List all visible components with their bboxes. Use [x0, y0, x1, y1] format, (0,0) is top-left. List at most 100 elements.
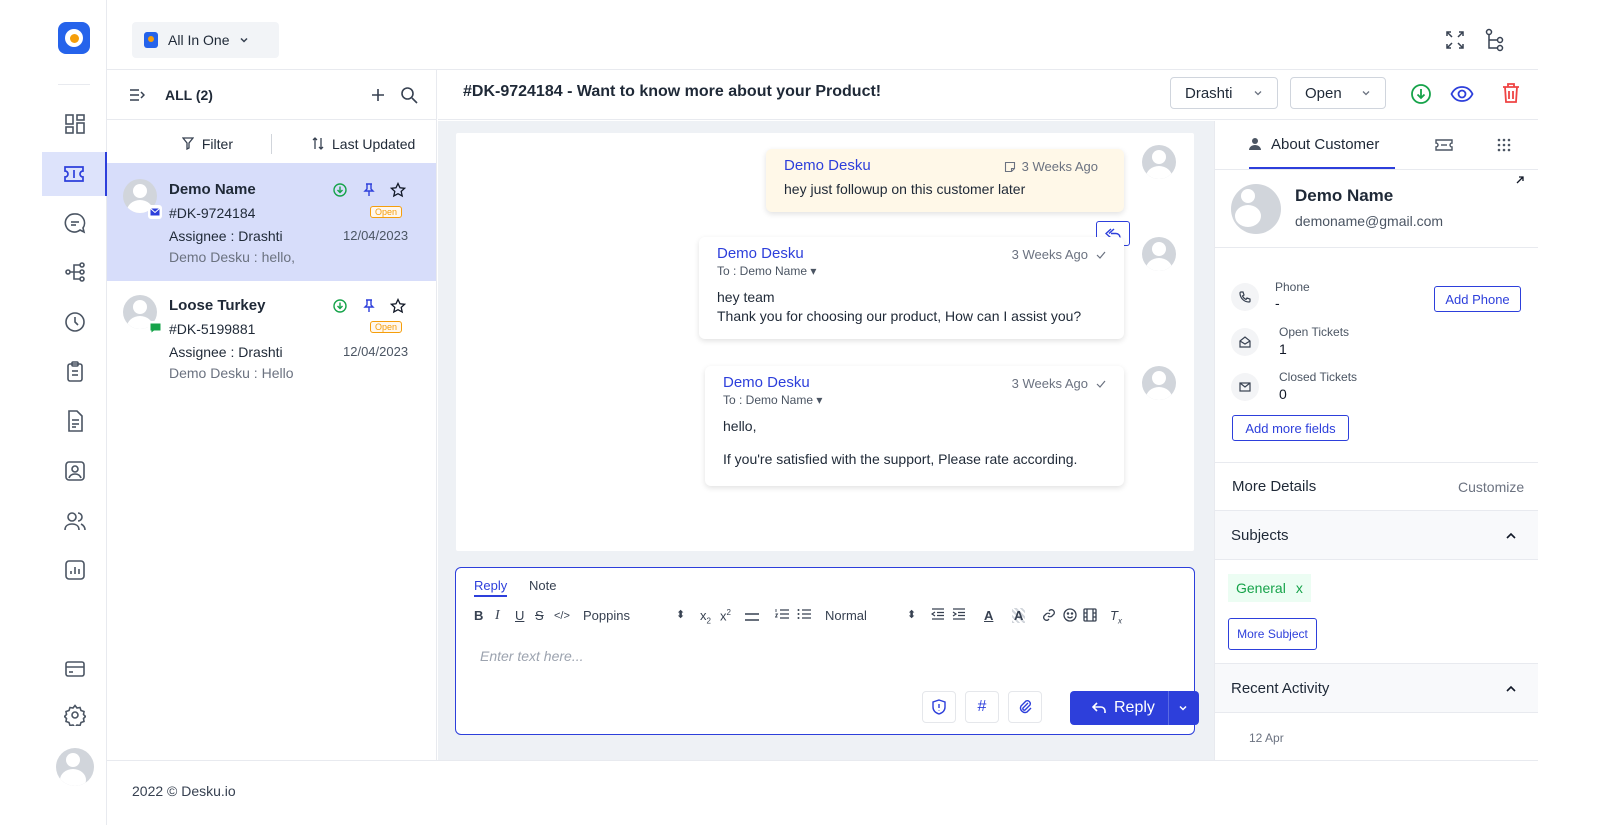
- user-avatar[interactable]: [56, 748, 94, 786]
- activity-date: 12 Apr: [1249, 731, 1284, 745]
- highlight-icon[interactable]: A: [1012, 608, 1026, 623]
- emoji-icon[interactable]: [1063, 608, 1077, 622]
- font-select-arrows-icon[interactable]: ⬍: [676, 608, 685, 621]
- pin-icon[interactable]: [363, 183, 375, 197]
- bold-icon[interactable]: B: [474, 608, 483, 623]
- phone-icon: [1231, 283, 1259, 311]
- billing-icon[interactable]: [42, 647, 107, 691]
- more-subject-button[interactable]: More Subject: [1228, 618, 1317, 650]
- subscript-icon[interactable]: x2: [700, 608, 711, 626]
- note-message: Demo Desku 3 Weeks Ago hey just followup…: [766, 149, 1124, 212]
- apps-grid-icon[interactable]: [1497, 121, 1511, 169]
- link-icon[interactable]: [1042, 608, 1056, 622]
- code-icon[interactable]: </>: [554, 610, 570, 622]
- star-icon[interactable]: [390, 298, 406, 314]
- chevron-down-icon[interactable]: [1178, 703, 1188, 713]
- size-select-value: Normal: [825, 608, 867, 623]
- eye-icon[interactable]: [1450, 84, 1474, 104]
- ticket-item[interactable]: Demo Name #DK-9724184 Assignee : Drashti…: [107, 163, 436, 281]
- pin-icon[interactable]: [363, 299, 375, 313]
- desku-logo[interactable]: [58, 22, 90, 54]
- tab-about-customer[interactable]: About Customer: [1249, 121, 1395, 169]
- add-ticket-icon[interactable]: [370, 87, 386, 103]
- workflow-icon[interactable]: [42, 250, 107, 294]
- size-select-arrows-icon[interactable]: ⬍: [907, 608, 916, 621]
- collapse-menu-icon[interactable]: [129, 88, 145, 102]
- tab-note[interactable]: Note: [529, 578, 556, 593]
- channel-selector[interactable]: All In One: [132, 22, 279, 58]
- align-icon[interactable]: [744, 608, 760, 622]
- delete-icon[interactable]: [1501, 82, 1521, 104]
- outdent-icon[interactable]: [931, 608, 945, 620]
- superscript-icon[interactable]: x2: [720, 608, 731, 623]
- chevron-up-icon[interactable]: [1505, 532, 1517, 540]
- message-body: hey just followup on this customer later: [784, 181, 1026, 197]
- customize-link[interactable]: Customize: [1458, 479, 1524, 495]
- contact-card-icon[interactable]: [42, 449, 107, 493]
- hierarchy-icon[interactable]: [1485, 28, 1505, 52]
- closed-envelope-icon: [1231, 373, 1259, 401]
- check-icon: [1096, 251, 1106, 259]
- download-icon[interactable]: [333, 299, 347, 313]
- remove-subject-icon[interactable]: x: [1296, 580, 1303, 596]
- add-phone-button[interactable]: Add Phone: [1434, 286, 1521, 312]
- clear-format-icon[interactable]: Tx: [1110, 608, 1122, 626]
- ticket-assignee: Assignee : Drashti: [169, 228, 283, 244]
- chat-search-icon[interactable]: [42, 201, 107, 245]
- ticket-item[interactable]: Loose Turkey #DK-5199881 Assignee : Dras…: [107, 281, 436, 399]
- chevron-up-icon[interactable]: [1505, 685, 1517, 693]
- text-color-icon[interactable]: A: [984, 608, 993, 623]
- phone-value: -: [1275, 295, 1280, 311]
- italic-icon[interactable]: I: [495, 608, 500, 624]
- history-icon[interactable]: [42, 300, 107, 344]
- settings-icon[interactable]: [42, 693, 107, 737]
- users-icon[interactable]: [42, 499, 107, 543]
- ticket-name: Loose Turkey: [169, 297, 266, 314]
- add-more-fields-button[interactable]: Add more fields: [1232, 415, 1349, 441]
- left-nav: [0, 0, 107, 825]
- download-icon[interactable]: [1410, 83, 1432, 105]
- video-icon[interactable]: [1083, 608, 1097, 622]
- hashtag-icon[interactable]: #: [965, 691, 999, 723]
- ticket-tab-icon[interactable]: [1435, 121, 1453, 169]
- bullet-list-icon[interactable]: [797, 608, 811, 620]
- editor-input[interactable]: Enter text here...: [480, 648, 584, 664]
- customer-panel: About Customer Demo Name demoname@gmail.…: [1214, 121, 1538, 761]
- tab-reply[interactable]: Reply: [474, 578, 508, 597]
- reply-button[interactable]: Reply: [1070, 691, 1199, 725]
- strikethrough-icon[interactable]: S: [535, 608, 544, 623]
- attachment-icon[interactable]: [1008, 691, 1042, 723]
- ordered-list-icon[interactable]: [775, 608, 789, 620]
- subjects-section[interactable]: Subjects: [1215, 510, 1538, 560]
- star-icon[interactable]: [390, 182, 406, 198]
- indent-icon[interactable]: [952, 608, 966, 620]
- search-icon[interactable]: [400, 86, 418, 104]
- status-select[interactable]: Open: [1290, 77, 1386, 109]
- download-icon[interactable]: [333, 183, 347, 197]
- message-recipient[interactable]: To : Demo Name ▾: [723, 393, 1106, 407]
- subjects-heading: Subjects: [1231, 526, 1289, 544]
- underline-icon[interactable]: U: [515, 608, 524, 623]
- shield-icon[interactable]: [922, 691, 956, 723]
- reports-icon[interactable]: [42, 548, 107, 592]
- check-icon: [1096, 380, 1106, 388]
- sort-button[interactable]: Last Updated: [312, 136, 415, 152]
- chevron-down-icon: [1254, 91, 1262, 96]
- fullscreen-icon[interactable]: [1444, 29, 1466, 51]
- size-select[interactable]: Normal: [825, 608, 867, 623]
- assignee-select[interactable]: Drashti: [1170, 77, 1278, 109]
- font-select[interactable]: Poppins: [583, 608, 630, 623]
- chat-channel-icon: [148, 321, 162, 335]
- message-line: Thank you for choosing our product, How …: [717, 307, 1082, 324]
- dashboard-icon[interactable]: [42, 102, 107, 146]
- open-external-icon[interactable]: [1515, 175, 1525, 185]
- tab-about-customer-label: About Customer: [1271, 135, 1380, 153]
- recent-activity-section[interactable]: Recent Activity: [1215, 663, 1538, 713]
- document-icon[interactable]: [42, 399, 107, 443]
- clipboard-icon[interactable]: [42, 350, 107, 394]
- recent-activity-heading: Recent Activity: [1231, 679, 1330, 697]
- ticket-preview: Demo Desku : Hello: [169, 365, 294, 381]
- tickets-icon[interactable]: [42, 152, 107, 196]
- message-recipient[interactable]: To : Demo Name ▾: [717, 264, 1106, 278]
- filter-button[interactable]: Filter: [107, 136, 233, 152]
